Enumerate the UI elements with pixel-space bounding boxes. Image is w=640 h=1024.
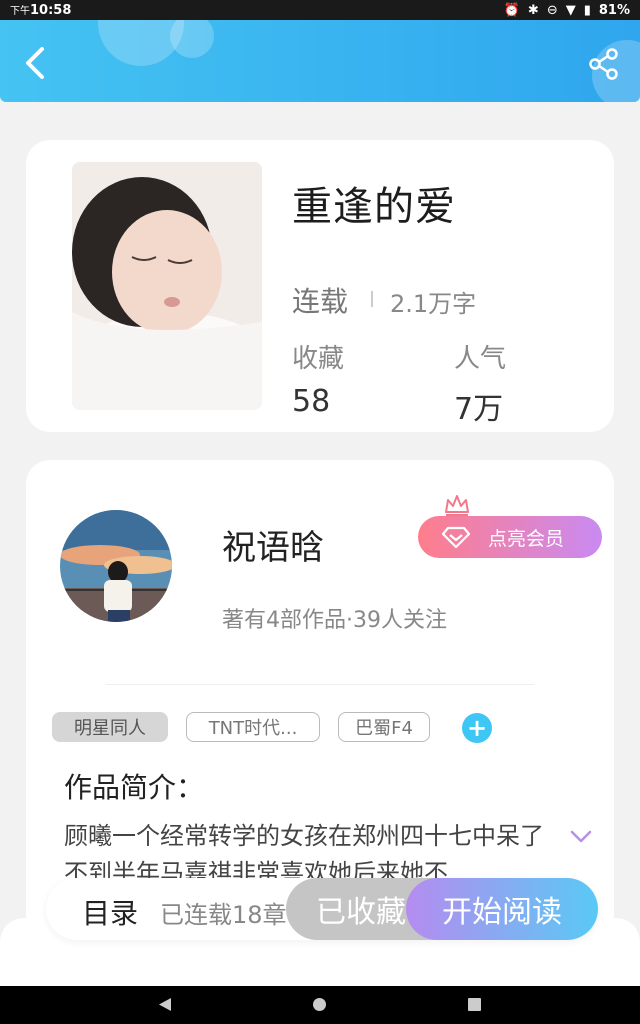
chapters-count: 已连载18章 [160,901,287,929]
vip-button[interactable]: 点亮会员 [418,516,602,558]
favorites-count: 58 [292,384,331,419]
add-tag-button[interactable]: + [462,713,492,743]
status-icons: ⏰ ✱ ⊖ ▼ ▮ 81% [504,3,630,18]
nav-home-icon[interactable] [313,998,326,1011]
word-count: 2.1万字 [390,290,477,318]
status-time: 下午10:58 [10,2,71,18]
wifi-icon: ▼ [565,2,576,18]
popularity-count: 7万 [454,392,504,427]
start-reading-button[interactable]: 开始阅读 [406,878,598,940]
tag-item[interactable]: TNT时代... [186,712,320,742]
author-avatar[interactable] [60,510,172,622]
bluetooth-icon: ✱ [527,2,539,18]
book-status: 连载 [292,285,349,318]
vip-label: 点亮会员 [488,527,565,550]
status-bar: 下午10:58 ⏰ ✱ ⊖ ▼ ▮ 81% [0,0,640,20]
dnd-icon: ⊖ [546,2,558,18]
book-cover[interactable] [72,162,262,410]
back-button[interactable] [18,46,52,80]
time-prefix: 下午 [10,6,30,17]
popularity-label: 人气 [454,344,507,374]
plus-icon: + [466,714,488,742]
nav-back-icon[interactable] [158,997,172,1012]
chevron-left-icon [26,47,44,79]
diamond-icon [442,526,470,548]
avatar-image [60,510,172,622]
book-title: 重逢的爱 [292,184,456,230]
tag-item[interactable]: 明星同人 [52,712,168,742]
author-name: 祝语晗 [222,528,324,568]
divider [371,291,373,307]
battery-level: 81% [598,2,630,18]
divider [106,684,534,685]
tag-item[interactable]: 巴蜀F4 [338,712,430,742]
alarm-icon: ⏰ [503,2,520,18]
top-header [0,20,640,102]
cover-image [72,162,262,410]
favorites-label: 收藏 [292,344,345,374]
share-button[interactable] [588,48,620,80]
share-icon [589,48,618,80]
chevron-down-icon[interactable] [570,830,592,844]
author-meta: 著有4部作品·39人关注 [222,608,447,633]
crown-icon [445,495,469,516]
system-nav-bar [0,986,640,1024]
book-info-card: 重逢的爱 连载 2.1万字 收藏 人气 58 7万 [26,140,614,432]
nav-recents-icon[interactable] [468,998,481,1011]
toc-button[interactable]: 目录 [82,892,138,932]
time-value: 10:58 [30,3,72,18]
intro-heading: 作品简介： [64,771,205,804]
battery-icon: ▮ [583,2,591,18]
decor-bubble [170,20,214,58]
